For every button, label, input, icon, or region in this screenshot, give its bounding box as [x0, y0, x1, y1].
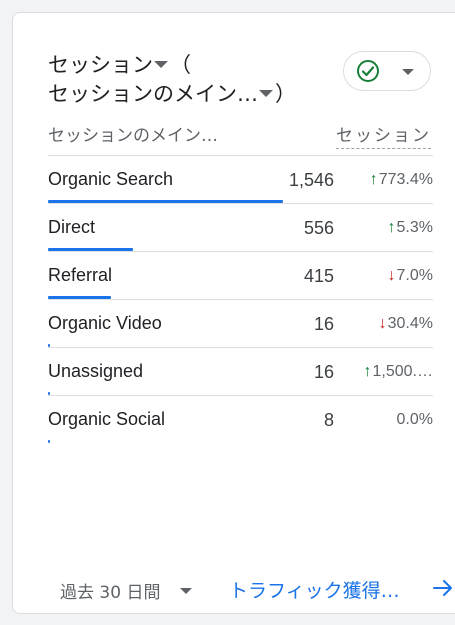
traffic-acquisition-link[interactable]: トラフィック獲得…	[229, 576, 400, 603]
dimension-selector[interactable]: セッションのメイン…	[48, 82, 275, 106]
row-change-percent: 1,500.…	[372, 363, 433, 380]
date-range-selector[interactable]: 過去 30 日間	[60, 578, 193, 603]
metric-dropdown-icon[interactable]	[154, 60, 168, 68]
arrow-down-icon: ↓	[387, 267, 396, 284]
row-change-percent: 30.4%	[387, 315, 433, 332]
sessions-card: セッション （ セッションのメイン… ） セッションのメイン… セッション Orga…	[12, 12, 455, 614]
chevron-down-icon	[180, 588, 193, 594]
arrow-up-icon: ↑	[363, 363, 372, 380]
row-session-value: 1,546	[288, 170, 334, 190]
row-share-bar	[48, 440, 50, 443]
row-channel-name: Organic Search	[48, 169, 174, 189]
row-change: ↓7.0%	[388, 267, 433, 285]
date-range-label: 過去 30 日間	[60, 583, 161, 603]
row-change: ↑5.3%	[388, 219, 433, 237]
row-session-value: 415	[303, 266, 334, 286]
table-row[interactable]: Referral 415 ↓7.0%	[48, 251, 433, 299]
row-session-value: 556	[303, 218, 334, 238]
arrow-down-icon: ↓	[378, 315, 387, 332]
title-paren-close: ）	[275, 82, 296, 106]
row-change: ↑773.4%	[370, 171, 433, 189]
metric-label: セッション	[48, 53, 153, 77]
row-channel-name: Direct	[48, 217, 96, 237]
row-change: 0.0%	[397, 411, 433, 429]
dimension-column-header[interactable]: セッションのメイン…	[48, 121, 218, 146]
row-channel-name: Organic Social	[48, 409, 166, 429]
metric-selector[interactable]: セッション	[48, 53, 170, 77]
row-change-percent: 773.4%	[378, 171, 433, 188]
dimension-label: セッションのメイン…	[48, 82, 258, 106]
card-title: セッション （ セッションのメイン… ）	[48, 51, 298, 109]
table-row[interactable]: Unassigned 16 ↑1,500.…	[48, 347, 433, 395]
table-row[interactable]: Organic Video 16 ↓30.4%	[48, 299, 433, 347]
row-change-percent: 0.0%	[396, 411, 433, 428]
chevron-down-icon	[402, 69, 414, 75]
check-circle-icon	[357, 60, 379, 82]
row-change: ↓30.4%	[379, 315, 433, 333]
title-paren-open: （	[170, 53, 191, 77]
table-row[interactable]: Organic Social 8 0.0%	[48, 395, 433, 443]
arrow-up-icon: ↑	[369, 171, 378, 188]
title-line-1: セッション （	[48, 51, 298, 80]
row-session-value: 16	[313, 314, 334, 334]
row-change-percent: 5.3%	[396, 219, 433, 236]
row-session-value: 16	[313, 362, 334, 382]
metric-column-header[interactable]: セッション	[336, 121, 431, 149]
row-channel-name: Unassigned	[48, 361, 144, 381]
row-channel-name: Organic Video	[48, 313, 162, 333]
dimension-dropdown-icon[interactable]	[259, 89, 273, 97]
table-row[interactable]: Direct 556 ↑5.3%	[48, 203, 433, 251]
status-menu-button[interactable]	[343, 51, 431, 91]
arrow-right-icon[interactable]	[431, 577, 455, 599]
table-row[interactable]: Organic Search 1,546 ↑773.4%	[48, 155, 433, 203]
row-channel-name: Referral	[48, 265, 113, 285]
title-line-2: セッションのメイン… ）	[48, 80, 298, 109]
row-change: ↑1,500.…	[364, 363, 433, 381]
data-table: Organic Search 1,546 ↑773.4% Direct 556 ↑5.3%…	[48, 155, 433, 443]
arrow-up-icon: ↑	[387, 219, 396, 236]
row-change-percent: 7.0%	[396, 267, 433, 284]
row-session-value: 8	[323, 410, 334, 430]
